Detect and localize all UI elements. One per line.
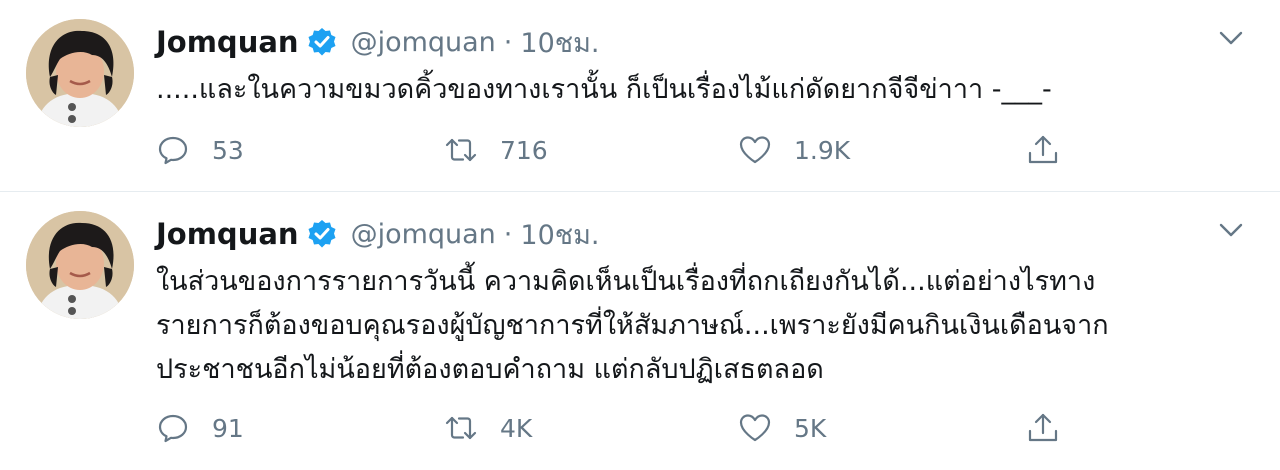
retweet-arrows-icon [445, 416, 477, 440]
tweet-feed: Jomquan @jomquan · 10ชม. .....และในความข… [0, 0, 1280, 470]
retweet-button[interactable]: 716 [444, 130, 548, 170]
like-button[interactable]: 1.9K [738, 130, 850, 170]
speech-bubble-icon [158, 414, 188, 443]
tweet-text: .....และในความขมวดคิ้วของทางเรานั้น ก็เป… [156, 74, 1052, 105]
author-handle[interactable]: @jomquan [351, 27, 496, 58]
tweet-header: Jomquan @jomquan · 10ชม. [156, 212, 599, 256]
tweet-header: Jomquan @jomquan · 10ชม. [156, 20, 599, 64]
chevron-down-icon[interactable] [1216, 218, 1246, 242]
reply-button[interactable]: 53 [156, 130, 244, 170]
tweet[interactable]: Jomquan @jomquan · 10ชม. .....และในความข… [0, 0, 1280, 191]
avatar-photo [26, 19, 134, 127]
heart-icon [739, 136, 771, 164]
like-count: 1.9K [794, 135, 851, 165]
chevron-down-icon[interactable] [1216, 26, 1246, 50]
tweet-actions: 91 4K 5K [156, 408, 1076, 448]
verified-badge-icon [307, 27, 337, 57]
separator-dot: · [503, 26, 513, 58]
heart-icon [739, 414, 771, 442]
tweet[interactable]: Jomquan @jomquan · 10ชม. ในส่วนของการราย… [0, 192, 1280, 470]
tweet-timestamp[interactable]: 10ชม. [520, 21, 599, 64]
verified-badge-icon [307, 219, 337, 249]
avatar[interactable] [26, 19, 134, 127]
tweet-text: ในส่วนของการรายการวันนี้ ความคิดเห็นเป็น… [156, 266, 1109, 385]
share-button[interactable] [1026, 408, 1060, 448]
avatar[interactable] [26, 211, 134, 319]
author-handle[interactable]: @jomquan [351, 219, 496, 250]
retweet-arrows-icon [445, 138, 477, 162]
share-upload-icon [1028, 135, 1058, 164]
author-name[interactable]: Jomquan [156, 217, 299, 251]
separator-dot: · [503, 218, 513, 250]
like-count: 5K [794, 413, 827, 443]
retweet-count: 716 [500, 135, 548, 165]
avatar-photo [26, 211, 134, 319]
tweet-actions: 53 716 1.9K [156, 130, 1076, 170]
tweet-timestamp[interactable]: 10ชม. [520, 213, 599, 256]
reply-button[interactable]: 91 [156, 408, 244, 448]
author-name[interactable]: Jomquan [156, 25, 299, 59]
share-upload-icon [1028, 413, 1058, 442]
retweet-button[interactable]: 4K [444, 408, 532, 448]
reply-count: 91 [212, 413, 244, 443]
share-button[interactable] [1026, 130, 1060, 170]
reply-count: 53 [212, 135, 244, 165]
like-button[interactable]: 5K [738, 408, 826, 448]
retweet-count: 4K [500, 413, 533, 443]
speech-bubble-icon [158, 136, 188, 165]
